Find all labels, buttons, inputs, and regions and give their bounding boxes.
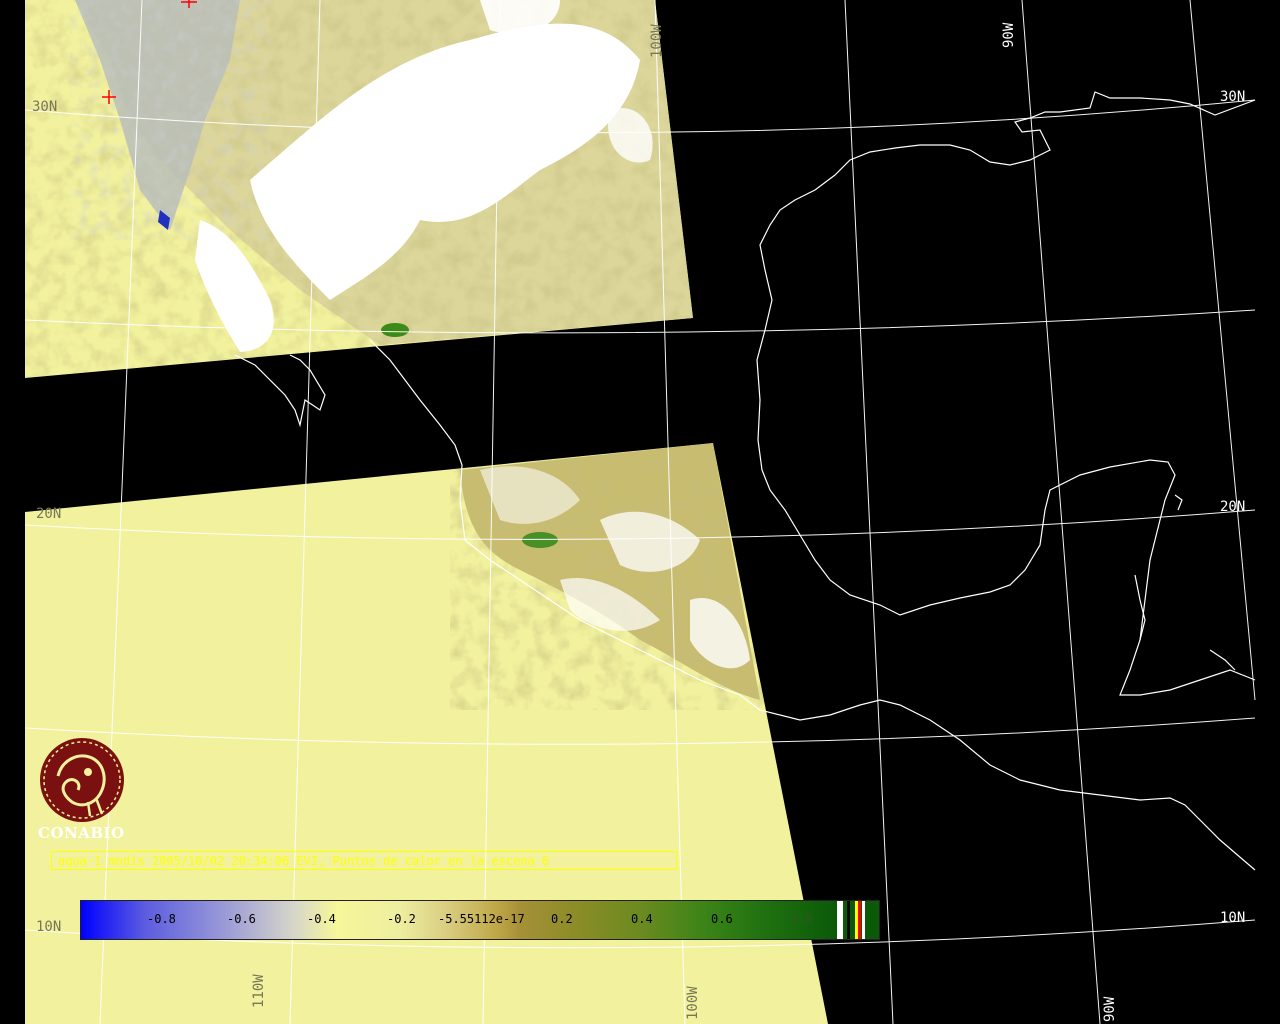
lat-label-20n-right: 20N xyxy=(1220,499,1246,515)
lat-label-30n-right: 30N xyxy=(1220,89,1246,105)
legend-tick: -0.2 xyxy=(387,912,416,926)
lon-label-100w-bottom: 100W xyxy=(685,986,701,1020)
legend-tick: -0.4 xyxy=(307,912,336,926)
legend-tick: 0.4 xyxy=(631,912,653,926)
lon-label-90w-top: 90W xyxy=(1001,22,1017,48)
legend-tick: 0.8 xyxy=(791,912,813,926)
lon-label-100w-top: 100W xyxy=(649,24,665,58)
legend-tick: 0.2 xyxy=(551,912,573,926)
legend-fire-swatch xyxy=(858,901,861,939)
legend-grid-swatch xyxy=(862,901,865,939)
lat-label-20n-left: 20N xyxy=(36,506,62,522)
lon-label-90w-bottom: 90W xyxy=(1102,996,1118,1022)
legend-nodata-swatch xyxy=(847,901,850,939)
conabio-logo-icon xyxy=(40,738,124,822)
lat-label-10n-left: 10N xyxy=(36,919,62,935)
lat-label-30n-left: 30N xyxy=(32,99,58,115)
lon-label-110w-bottom: 110W xyxy=(251,974,267,1008)
lat-label-10n-right: 10N xyxy=(1220,910,1246,926)
legend-tick: -0.8 xyxy=(147,912,176,926)
logo-text: CONABIO xyxy=(38,824,125,842)
image-caption: aqua-1 modis 2005/10/02 20:34:06 EVI, Pu… xyxy=(51,851,677,870)
swath-north xyxy=(25,0,693,378)
satellite-map xyxy=(24,0,1256,1024)
color-legend: -0.8 -0.6 -0.4 -0.2 -5.55112e-17 0.2 0.4… xyxy=(80,900,880,940)
legend-tick: 0.6 xyxy=(711,912,733,926)
legend-tick: -0.6 xyxy=(227,912,256,926)
legend-tick: -5.55112e-17 xyxy=(438,912,525,926)
legend-cloud-swatch xyxy=(837,901,843,939)
